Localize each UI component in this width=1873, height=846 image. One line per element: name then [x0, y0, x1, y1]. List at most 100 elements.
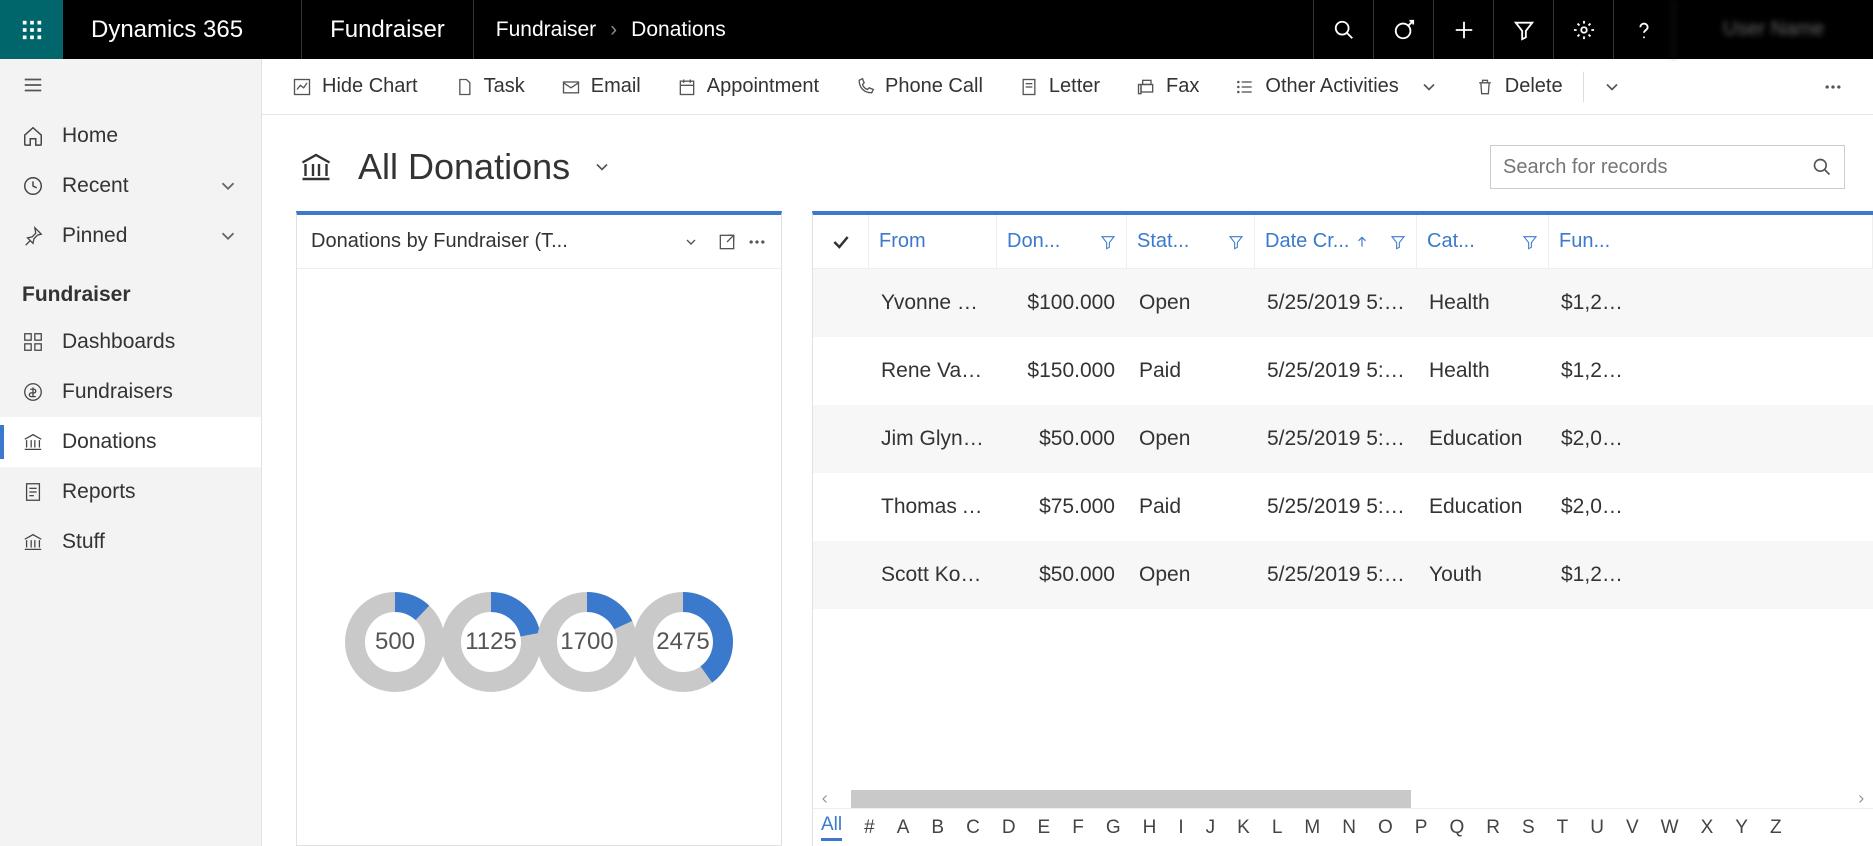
chevron-down-icon: [1419, 77, 1439, 97]
record-search[interactable]: [1490, 145, 1845, 189]
cell-status: Paid: [1127, 495, 1255, 519]
nav-recent[interactable]: Recent: [0, 161, 261, 211]
funnel-icon[interactable]: [1100, 234, 1116, 250]
nav-home[interactable]: Home: [0, 111, 261, 161]
select-all-checkbox[interactable]: [813, 215, 869, 268]
chevron-down-icon: [1602, 77, 1622, 97]
nav-dashboards[interactable]: Dashboards: [0, 317, 261, 367]
alpha-letter[interactable]: S: [1522, 817, 1535, 839]
alpha-letter[interactable]: N: [1342, 817, 1356, 839]
breadcrumb-item[interactable]: Donations: [631, 18, 726, 42]
top-actions: User Name: [1313, 0, 1873, 59]
cmd-other-activities[interactable]: Other Activities: [1219, 69, 1454, 104]
table-row[interactable]: Yvonne M... $100.000 Open 5/25/2019 5:0.…: [813, 269, 1873, 337]
cell-fundraiser: $1,200: [1549, 359, 1637, 383]
cmd-delete[interactable]: Delete: [1459, 69, 1579, 104]
alpha-letter[interactable]: L: [1272, 817, 1283, 839]
alpha-letter[interactable]: U: [1590, 817, 1604, 839]
funnel-icon[interactable]: [1390, 234, 1406, 250]
global-search-button[interactable]: [1313, 0, 1373, 59]
col-donation[interactable]: Don...: [997, 215, 1127, 268]
expand-icon[interactable]: [717, 232, 737, 252]
alpha-letter[interactable]: A: [897, 817, 910, 839]
col-date[interactable]: Date Cr...: [1255, 215, 1417, 268]
alpha-letter[interactable]: I: [1178, 817, 1183, 839]
alpha-letter[interactable]: H: [1143, 817, 1157, 839]
sort-asc-icon: [1355, 235, 1369, 249]
chart-icon: [292, 77, 312, 97]
more-icon[interactable]: [747, 232, 767, 252]
nav-fundraisers[interactable]: Fundraisers: [0, 367, 261, 417]
alpha-letter[interactable]: P: [1415, 817, 1428, 839]
alpha-filter: All # ABCDEFGHI JKLMNOPQRSTUVWXYZ: [813, 808, 1873, 846]
funnel-icon[interactable]: [1228, 234, 1244, 250]
col-from[interactable]: From: [869, 215, 997, 268]
app-switcher[interactable]: Dynamics 365: [63, 0, 302, 59]
scroll-thumb[interactable]: [851, 790, 1411, 808]
alpha-letter[interactable]: X: [1701, 817, 1714, 839]
alpha-letter[interactable]: R: [1486, 817, 1500, 839]
table-row[interactable]: Jim Glynn... $50.000 Open 5/25/2019 5:0.…: [813, 405, 1873, 473]
col-status[interactable]: Stat...: [1127, 215, 1255, 268]
cmd-task[interactable]: Task: [438, 69, 541, 104]
nav-pinned[interactable]: Pinned: [0, 211, 261, 261]
chevron-right-icon[interactable]: [1855, 793, 1867, 805]
view-selector[interactable]: All Donations: [358, 146, 612, 188]
settings-button[interactable]: [1553, 0, 1613, 59]
cmd-label: Hide Chart: [322, 75, 418, 98]
sidebar-toggle[interactable]: [0, 59, 261, 111]
alpha-letter[interactable]: D: [1002, 817, 1016, 839]
donut-chart[interactable]: 2475: [627, 586, 739, 698]
cmd-letter[interactable]: Letter: [1003, 69, 1116, 104]
col-fundraiser[interactable]: Fun...: [1549, 215, 1873, 268]
cmd-hide-chart[interactable]: Hide Chart: [276, 69, 434, 104]
user-profile[interactable]: User Name: [1673, 0, 1873, 59]
alpha-letter[interactable]: Z: [1770, 817, 1782, 839]
alpha-letter[interactable]: V: [1626, 817, 1639, 839]
nav-donations[interactable]: Donations: [0, 417, 261, 467]
chevron-down-icon[interactable]: [683, 234, 699, 250]
advanced-find-button[interactable]: [1493, 0, 1553, 59]
scroll-track[interactable]: [831, 790, 1855, 808]
cmd-delete-split[interactable]: [1583, 71, 1640, 103]
nav-item-label: Dashboards: [62, 330, 175, 354]
help-button[interactable]: [1613, 0, 1673, 59]
alpha-letter[interactable]: B: [931, 817, 944, 839]
alpha-letter[interactable]: T: [1557, 817, 1569, 839]
record-search-input[interactable]: [1503, 156, 1812, 179]
alpha-letter[interactable]: W: [1661, 817, 1679, 839]
alpha-letter[interactable]: K: [1237, 817, 1250, 839]
grid-body[interactable]: Yvonne M... $100.000 Open 5/25/2019 5:0.…: [813, 269, 1873, 790]
table-row[interactable]: Thomas A... $75.000 Paid 5/25/2019 5:0..…: [813, 473, 1873, 541]
alpha-letter[interactable]: J: [1206, 817, 1216, 839]
alpha-letter[interactable]: Q: [1449, 817, 1464, 839]
quick-create-button[interactable]: [1433, 0, 1493, 59]
grid-header-row: From Don... Stat... Date Cr... Cat... Fu…: [813, 215, 1873, 269]
alpha-letter[interactable]: M: [1304, 817, 1320, 839]
cmd-phone[interactable]: Phone Call: [839, 69, 999, 104]
alpha-letter[interactable]: C: [966, 817, 980, 839]
chevron-left-icon[interactable]: [819, 793, 831, 805]
alpha-letter[interactable]: #: [864, 817, 875, 839]
task-flow-button[interactable]: [1373, 0, 1433, 59]
alpha-all[interactable]: All: [821, 814, 842, 841]
cmd-fax[interactable]: Fax: [1120, 69, 1215, 104]
alpha-letter[interactable]: E: [1038, 817, 1051, 839]
alpha-letter[interactable]: Y: [1735, 817, 1748, 839]
alpha-letter[interactable]: O: [1378, 817, 1393, 839]
gear-icon: [1573, 19, 1595, 41]
alpha-letter[interactable]: F: [1072, 817, 1084, 839]
breadcrumb-item[interactable]: Fundraiser: [496, 18, 596, 42]
alpha-letter[interactable]: G: [1106, 817, 1121, 839]
nav-reports[interactable]: Reports: [0, 467, 261, 517]
cmd-email[interactable]: Email: [545, 69, 657, 104]
nav-stuff[interactable]: Stuff: [0, 517, 261, 567]
grid-hscroll[interactable]: [813, 790, 1873, 808]
app-launcher-button[interactable]: [0, 0, 63, 59]
funnel-icon[interactable]: [1522, 234, 1538, 250]
cmd-appointment[interactable]: Appointment: [661, 69, 835, 104]
table-row[interactable]: Rene Vald... $150.000 Paid 5/25/2019 5:0…: [813, 337, 1873, 405]
table-row[interactable]: Scott Kon... $50.000 Open 5/25/2019 5:0.…: [813, 541, 1873, 609]
col-category[interactable]: Cat...: [1417, 215, 1549, 268]
cmd-overflow[interactable]: [1807, 71, 1859, 103]
